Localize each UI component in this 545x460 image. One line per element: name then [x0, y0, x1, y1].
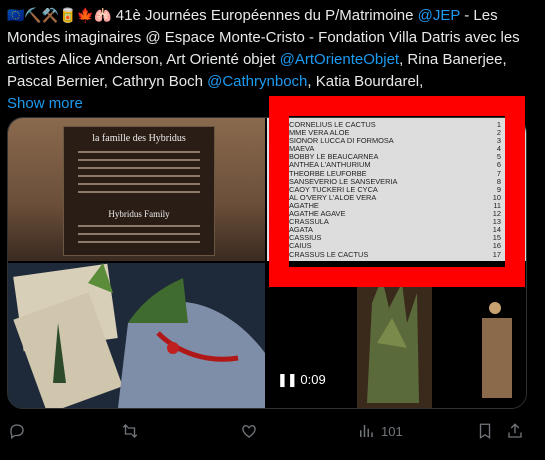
repost-icon: [122, 424, 138, 438]
mention-jep[interactable]: @JEP: [418, 7, 460, 24]
share-icon: [508, 423, 522, 438]
bookmark-button[interactable]: [476, 422, 494, 440]
share-button[interactable]: [506, 422, 524, 440]
pause-icon[interactable]: ❚❚: [277, 372, 298, 387]
photo-exhibition-poster[interactable]: la famille des Hybridus Hybridus Family: [8, 118, 265, 261]
highlight-box: [269, 96, 525, 287]
poster-subtitle: Hybridus Family: [108, 209, 170, 219]
views-icon: [360, 425, 373, 437]
show-more-link[interactable]: Show more: [7, 95, 83, 112]
photo-book-and-plants[interactable]: [8, 263, 265, 408]
repost-button[interactable]: [121, 422, 139, 440]
video-controls[interactable]: ❚❚ 0:09: [277, 372, 326, 388]
views-button[interactable]: 101: [357, 422, 403, 440]
poster-title: la famille des Hybridus: [92, 133, 186, 144]
mention-artorienteobjet[interactable]: @ArtOrienteObjet: [280, 51, 399, 68]
mention-cathrynboch[interactable]: @Cathrynboch: [207, 73, 307, 90]
views-count: 101: [381, 423, 403, 439]
heart-icon: [242, 425, 256, 438]
reply-icon: [10, 424, 24, 440]
like-button[interactable]: [240, 422, 258, 440]
flag-emojis: 🇪🇺⛏️⚒️🥫🍁🫁: [7, 8, 112, 24]
action-bar: 101: [0, 410, 545, 450]
bookmark-icon: [479, 423, 491, 440]
book-plant-illustration: [8, 263, 265, 408]
video-time: 0:09: [300, 372, 326, 387]
reply-button[interactable]: [8, 422, 26, 440]
poster-board: la famille des Hybridus Hybridus Family: [63, 126, 215, 256]
